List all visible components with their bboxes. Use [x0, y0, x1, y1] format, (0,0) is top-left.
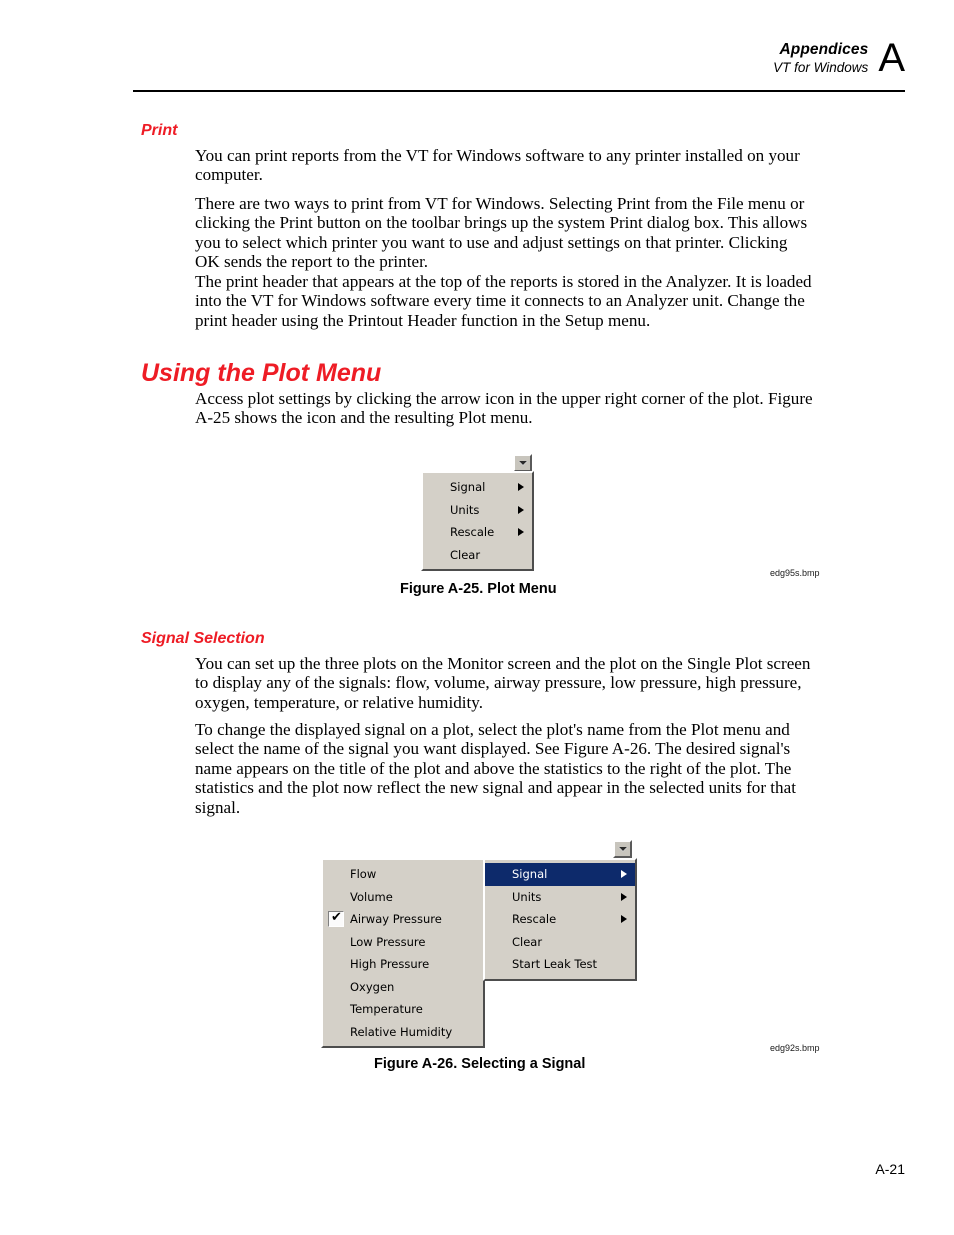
submenu-item-airway-pressure[interactable]: ✔ Airway Pressure — [323, 908, 483, 931]
submenu-item-volume[interactable]: Volume — [323, 886, 483, 909]
menu-item-signal[interactable]: Signal — [423, 476, 532, 499]
submenu-arrow-icon — [621, 870, 627, 879]
plot-dropdown-button[interactable] — [513, 454, 532, 472]
page-header: Appendices VT for Windows A — [133, 36, 905, 80]
print-paragraph-2: There are two ways to print from VT for … — [195, 194, 808, 272]
menu-item-rescale[interactable]: Rescale — [485, 908, 635, 931]
check-icon: ✔ — [331, 910, 342, 926]
submenu-item-temperature[interactable]: Temperature — [323, 998, 483, 1021]
menu-item-label: High Pressure — [350, 957, 430, 971]
menu-item-units[interactable]: Units — [485, 886, 635, 909]
submenu-arrow-icon — [621, 892, 627, 901]
menu-item-label: Flow — [350, 867, 377, 881]
menu-item-label: Signal — [512, 867, 548, 881]
menu-item-label: Rescale — [450, 525, 495, 539]
figure-25-bmp-label: edg95s.bmp — [770, 568, 820, 578]
menu-item-label: Rescale — [512, 912, 557, 926]
chevron-down-icon — [517, 461, 528, 466]
menu-item-rescale[interactable]: Rescale — [423, 521, 532, 544]
submenu-item-flow[interactable]: Flow — [323, 863, 483, 886]
header-divider — [133, 90, 905, 92]
submenu-item-relative-humidity[interactable]: Relative Humidity — [323, 1021, 483, 1044]
menu-item-start-leak-test[interactable]: Start Leak Test — [485, 953, 635, 976]
submenu-arrow-icon — [518, 483, 524, 492]
page-number: A-21 — [875, 1161, 905, 1177]
submenu-arrow-icon — [518, 528, 524, 537]
heading-print: Print — [141, 122, 178, 139]
print-paragraph-1: You can print reports from the VT for Wi… — [195, 146, 800, 185]
menu-item-label: Start Leak Test — [512, 957, 598, 971]
submenu-arrow-icon — [621, 915, 627, 924]
plot-menu[interactable]: Signal Units Rescale Clear — [421, 471, 534, 571]
submenu-item-high-pressure[interactable]: High Pressure — [323, 953, 483, 976]
plot-dropdown-button[interactable] — [613, 840, 632, 858]
chevron-down-icon — [617, 847, 628, 852]
menu-item-label: Units — [512, 889, 542, 904]
submenu-arrow-icon — [518, 505, 524, 514]
menu-item-label: Signal — [450, 480, 486, 494]
figure-25-caption: Figure A-25. Plot Menu — [400, 581, 557, 597]
menu-item-label: Clear — [450, 547, 481, 562]
header-text-block: Appendices VT for Windows — [773, 40, 878, 76]
menu-item-clear[interactable]: Clear — [485, 931, 635, 954]
figure-26-caption: Figure A-26. Selecting a Signal — [374, 1056, 586, 1072]
menu-item-label: Airway Pressure — [350, 912, 442, 926]
signal-submenu[interactable]: Flow Volume ✔ Airway Pressure Low Pressu… — [321, 858, 485, 1048]
submenu-item-oxygen[interactable]: Oxygen — [323, 976, 483, 999]
submenu-item-low-pressure[interactable]: Low Pressure — [323, 931, 483, 954]
header-title: Appendices — [779, 41, 869, 58]
menu-item-label: Oxygen — [350, 979, 395, 994]
menu-item-signal[interactable]: Signal — [485, 863, 635, 886]
checkbox[interactable]: ✔ — [328, 910, 344, 928]
figure-26-screenshot: Flow Volume ✔ Airway Pressure Low Pressu… — [321, 840, 637, 1048]
print-paragraph-3: The print header that appears at the top… — [195, 272, 812, 330]
menu-item-label: Low Pressure — [350, 934, 426, 949]
heading-signal-selection: Signal Selection — [141, 630, 265, 647]
menu-item-label: Temperature — [350, 1002, 423, 1016]
signal-selection-paragraph-2: To change the displayed signal on a plot… — [195, 720, 796, 817]
signal-selection-paragraph-1: You can set up the three plots on the Mo… — [195, 654, 811, 712]
header-subtitle: VT for Windows — [773, 60, 869, 75]
menu-item-units[interactable]: Units — [423, 499, 532, 522]
plot-menu[interactable]: Signal Units Rescale Clear Start Leak Te… — [483, 858, 637, 981]
menu-item-label: Relative Humidity — [350, 1024, 453, 1039]
figure-26-bmp-label: edg92s.bmp — [770, 1043, 820, 1053]
heading-using-the-plot-menu: Using the Plot Menu — [141, 359, 382, 387]
menu-item-label: Clear — [512, 934, 543, 949]
figure-25-screenshot: Signal Units Rescale Clear — [421, 454, 534, 571]
appendix-letter: A — [878, 36, 905, 80]
using-plot-menu-paragraph-1: Access plot settings by clicking the arr… — [195, 389, 813, 428]
menu-item-label: Volume — [350, 889, 393, 904]
menu-item-clear[interactable]: Clear — [423, 544, 532, 567]
menu-item-label: Units — [450, 502, 480, 517]
